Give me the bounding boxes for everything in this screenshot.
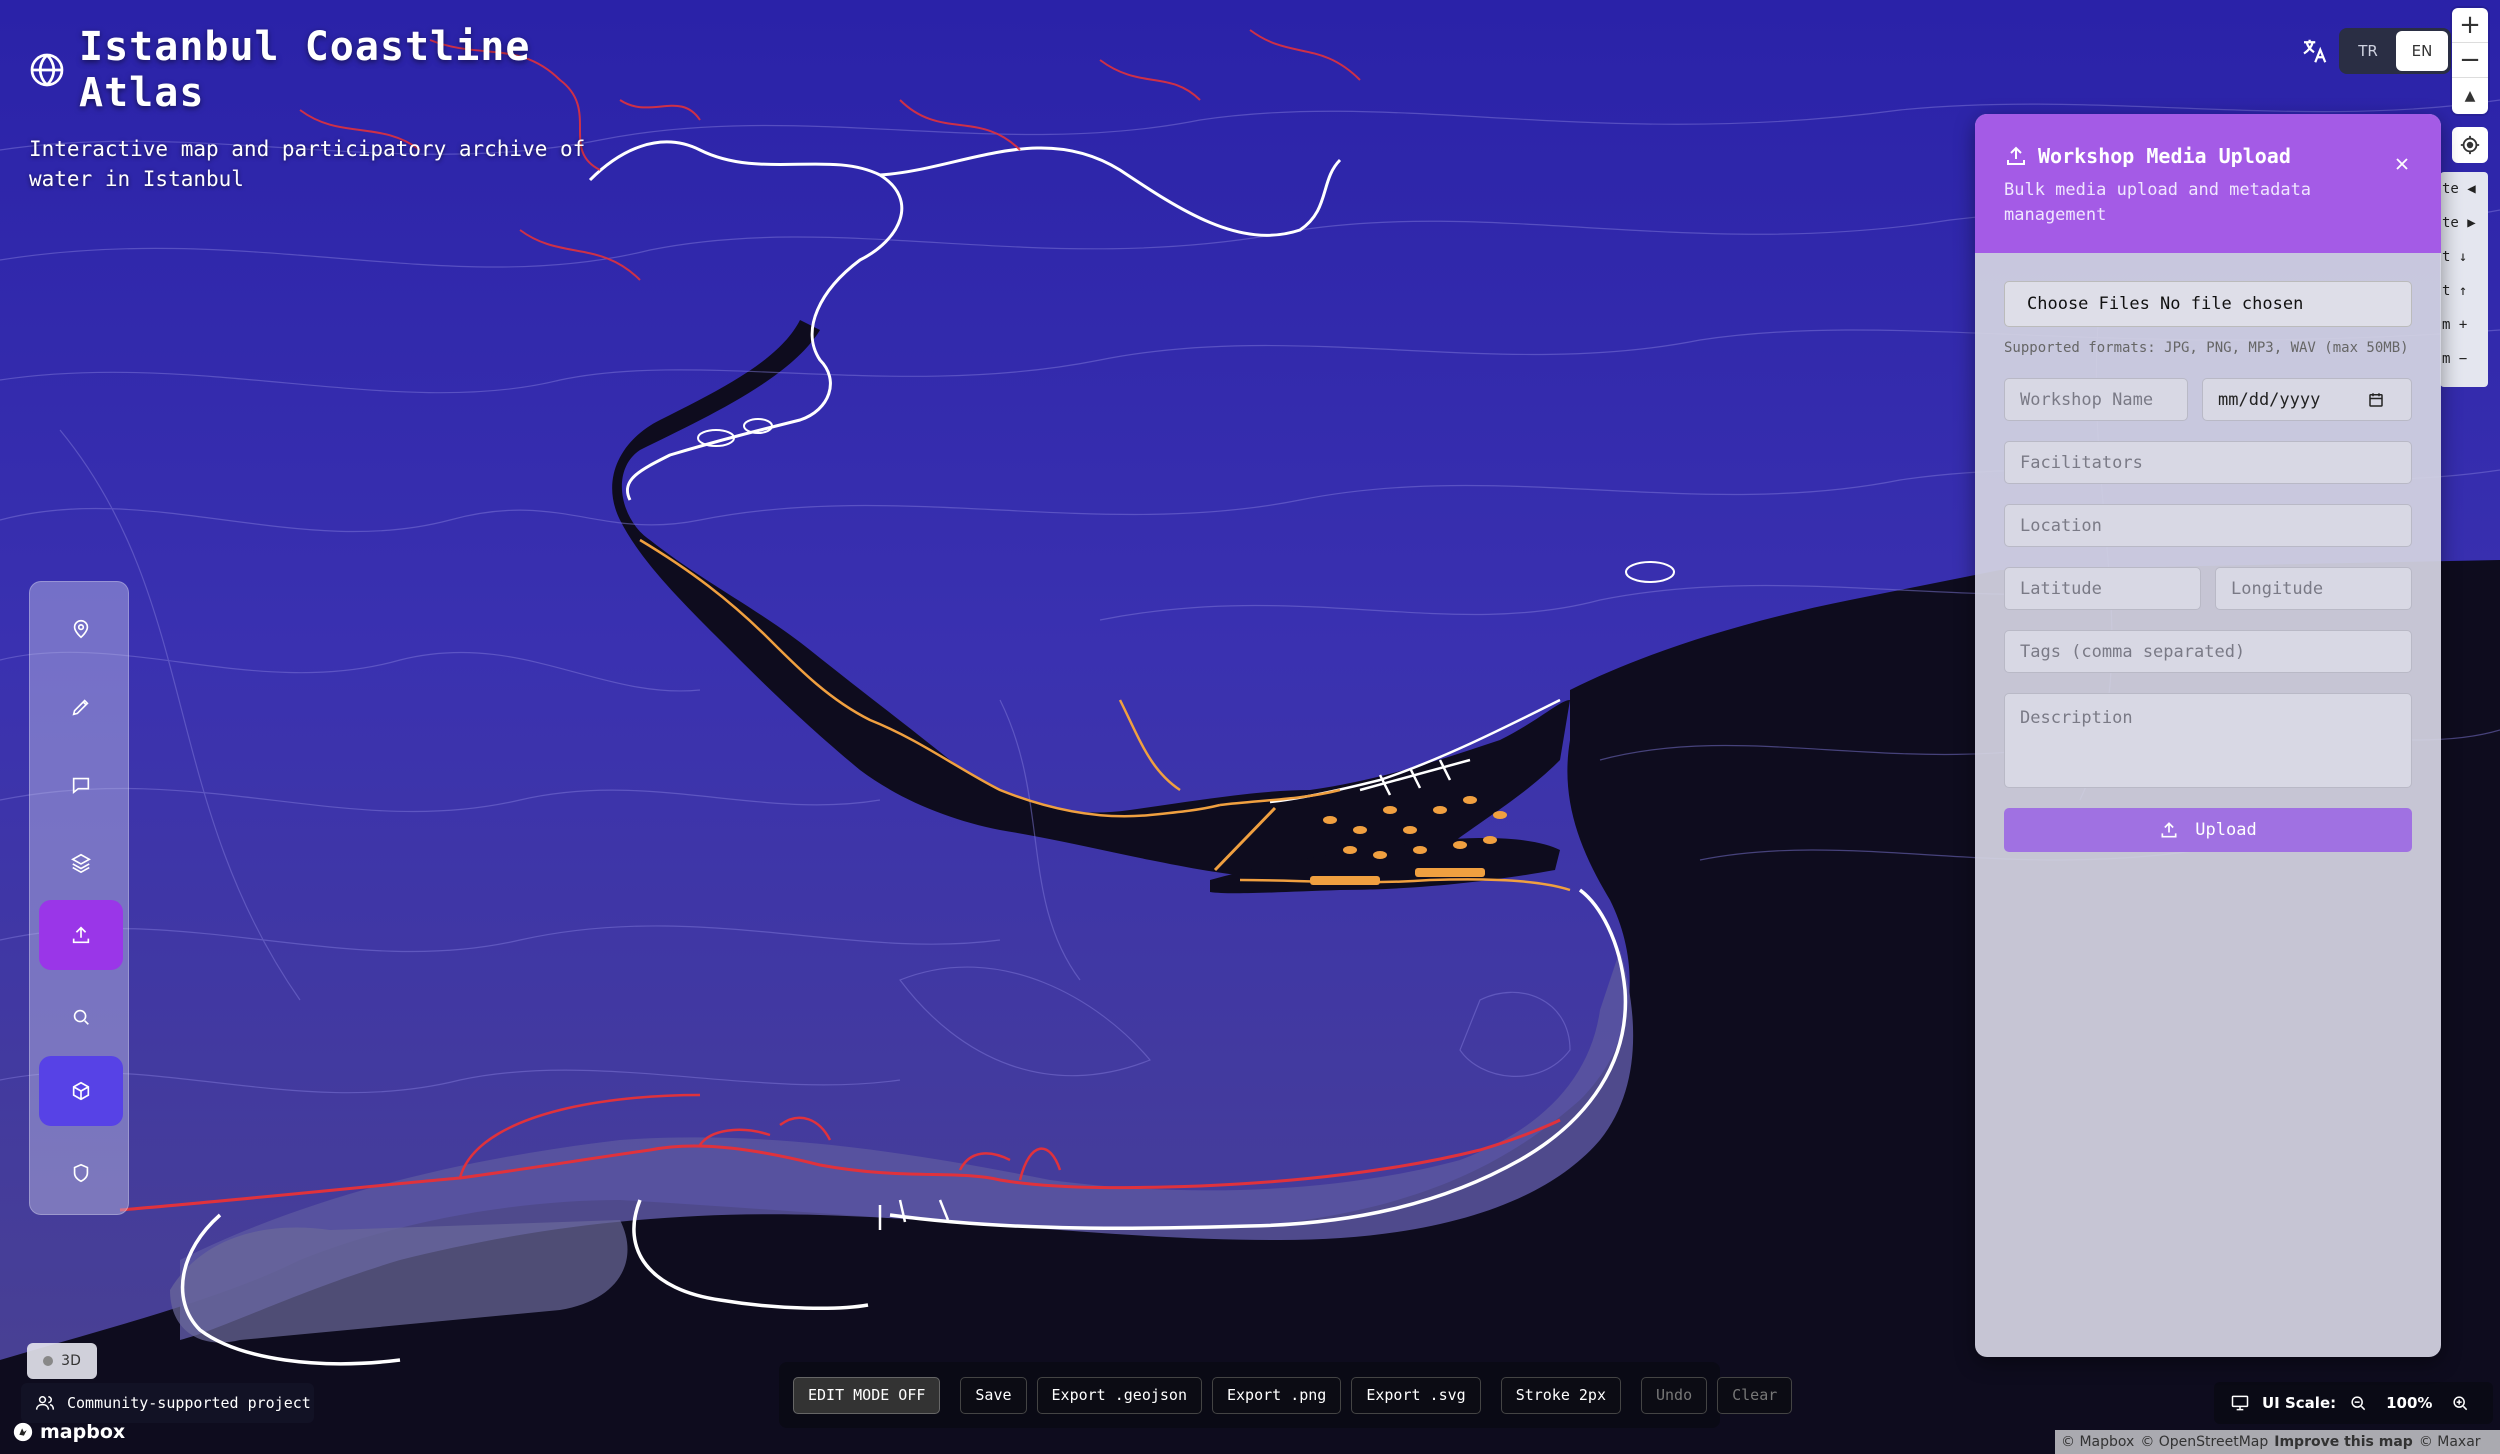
longitude-input[interactable]: Longitude xyxy=(2215,567,2412,610)
upload-icon xyxy=(2161,822,2177,838)
geolocate-button[interactable] xyxy=(2452,127,2488,163)
tool-layers-button[interactable] xyxy=(39,828,123,898)
tool-comment-button[interactable] xyxy=(39,750,123,820)
language-toggle[interactable]: TR EN xyxy=(2339,28,2451,74)
app-subtitle: Interactive map and participatory archiv… xyxy=(29,137,586,191)
zoom-out-icon[interactable] xyxy=(2348,1393,2368,1413)
mapbox-logo[interactable]: mapbox xyxy=(12,1421,125,1443)
toggle-dot-icon xyxy=(43,1356,54,1366)
map-pin-icon xyxy=(73,619,89,639)
message-icon xyxy=(72,777,90,795)
translate-icon xyxy=(2303,39,2327,63)
attr-mapbox[interactable]: © Mapbox xyxy=(2061,1434,2134,1450)
calendar-icon[interactable] xyxy=(2367,391,2385,409)
edit-toolbar: EDIT MODE OFF Save Export .geojson Expor… xyxy=(779,1362,1793,1428)
zoom-in-icon[interactable] xyxy=(2450,1393,2470,1413)
users-icon xyxy=(35,1396,55,1410)
file-picker[interactable]: Choose Files No file chosen xyxy=(2004,281,2412,327)
lang-en-button[interactable]: EN xyxy=(2396,31,2448,71)
panel-body: Choose Files No file chosen Supported fo… xyxy=(1975,253,2441,852)
panel-title: Workshop Media Upload xyxy=(2038,144,2291,168)
mapbox-wordmark: mapbox xyxy=(40,1421,126,1443)
lang-tr-button[interactable]: TR xyxy=(2342,31,2394,71)
3d-label: 3D xyxy=(61,1353,81,1369)
3d-badge[interactable]: 3D xyxy=(27,1343,97,1379)
workshop-name-input[interactable]: Workshop Name xyxy=(2004,378,2188,421)
attr-osm[interactable]: © OpenStreetMap xyxy=(2140,1434,2268,1450)
tags-input[interactable]: Tags (comma separated) xyxy=(2004,630,2412,673)
strip-item[interactable]: te ▶ xyxy=(2440,206,2488,240)
clear-button[interactable]: Clear xyxy=(1717,1376,1793,1414)
map-attribution: © Mapbox © OpenStreetMap Improve this ma… xyxy=(2055,1430,2500,1454)
search-icon xyxy=(73,1009,89,1025)
tool-sidebar xyxy=(29,581,129,1215)
upload-button[interactable]: Upload xyxy=(2004,808,2412,852)
panel-subtitle: Bulk media upload and metadata managemen… xyxy=(2004,180,2312,225)
cube-icon xyxy=(72,1081,90,1101)
tool-shield-button[interactable] xyxy=(39,1138,123,1208)
tool-pin-button[interactable] xyxy=(39,594,123,664)
zoom-out-button[interactable]: − xyxy=(2452,43,2488,78)
ui-scale-value: 100% xyxy=(2386,1394,2433,1412)
upload-button-label: Upload xyxy=(2195,820,2257,840)
tool-upload-button[interactable] xyxy=(39,900,123,970)
monitor-icon xyxy=(2231,1395,2249,1411)
description-textarea[interactable]: Description xyxy=(2004,693,2412,788)
strip-item[interactable]: t ↓ xyxy=(2440,240,2488,274)
supported-formats: Supported formats: JPG, PNG, MP3, WAV (m… xyxy=(2004,340,2409,356)
compass-button[interactable]: ▲ xyxy=(2452,78,2488,113)
upload-icon xyxy=(72,926,90,944)
location-input[interactable]: Location xyxy=(2004,504,2412,547)
close-icon[interactable] xyxy=(2392,154,2412,174)
strip-item[interactable]: m + xyxy=(2440,308,2488,342)
zoom-control: + − ▲ xyxy=(2452,8,2488,114)
edit-mode-toggle[interactable]: EDIT MODE OFF xyxy=(793,1376,941,1414)
attr-maxar[interactable]: © Maxar xyxy=(2419,1434,2481,1450)
export-svg-button[interactable]: Export .svg xyxy=(1351,1376,1481,1414)
zoom-in-button[interactable]: + xyxy=(2452,8,2488,43)
date-input[interactable]: mm/dd/yyyy xyxy=(2202,378,2412,421)
panel-header: Workshop Media Upload Bulk media upload … xyxy=(1975,114,2441,253)
ui-scale-label: UI Scale: xyxy=(2262,1394,2337,1412)
hidden-control-strip: te ◀ te ▶ t ↓ t ↑ m + m − xyxy=(2440,172,2488,387)
undo-button[interactable]: Undo xyxy=(1641,1376,1708,1414)
strip-item[interactable]: t ↑ xyxy=(2440,274,2488,308)
upload-icon xyxy=(2007,146,2025,165)
latitude-input[interactable]: Latitude xyxy=(2004,567,2201,610)
tool-search-button[interactable] xyxy=(39,982,123,1052)
community-label: Community-supported project xyxy=(67,1394,311,1412)
upload-panel: Workshop Media Upload Bulk media upload … xyxy=(1975,114,2441,1357)
locate-icon xyxy=(2460,135,2480,155)
export-png-button[interactable]: Export .png xyxy=(1212,1376,1342,1414)
attr-improve[interactable]: Improve this map xyxy=(2274,1434,2413,1450)
mapbox-icon xyxy=(13,1422,33,1442)
tool-3d-button[interactable] xyxy=(39,1056,123,1126)
facilitators-input[interactable]: Facilitators xyxy=(2004,441,2412,484)
globe-icon xyxy=(30,53,64,87)
app-title: Istanbul Coastline Atlas xyxy=(78,24,531,116)
app-header: Istanbul Coastline Atlas Interactive map… xyxy=(29,24,649,194)
stroke-width-button[interactable]: Stroke 2px xyxy=(1500,1376,1621,1414)
date-placeholder: mm/dd/yyyy xyxy=(2218,389,2321,410)
tool-draw-button[interactable] xyxy=(39,672,123,742)
ui-scale-control: UI Scale: 100% xyxy=(2214,1382,2493,1424)
export-geojson-button[interactable]: Export .geojson xyxy=(1036,1376,1202,1414)
shield-icon xyxy=(73,1163,89,1183)
strip-item[interactable]: m − xyxy=(2440,342,2488,376)
layers-icon xyxy=(71,853,91,874)
community-banner[interactable]: Community-supported project xyxy=(21,1383,314,1423)
save-button[interactable]: Save xyxy=(960,1376,1027,1414)
strip-item[interactable]: te ◀ xyxy=(2440,172,2488,206)
pencil-icon xyxy=(72,699,89,716)
